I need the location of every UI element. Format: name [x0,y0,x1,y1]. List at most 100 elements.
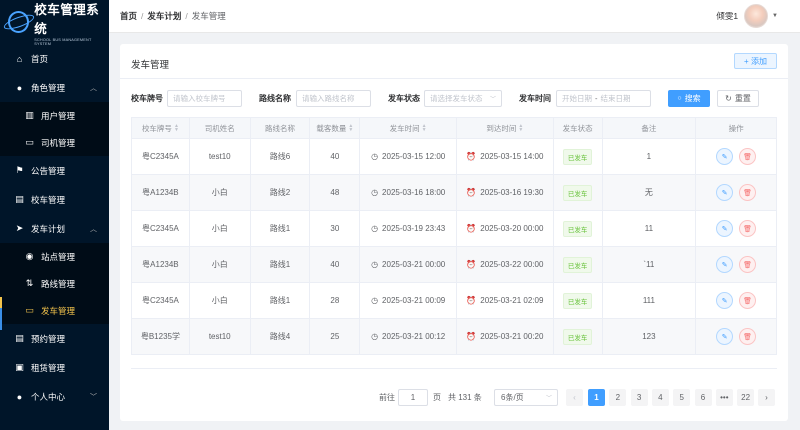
add-button[interactable]: + 添加 [734,53,777,69]
bus-icon: ▭ [25,305,34,315]
departure-table: 校车牌号 ▲ ▼ 司机姓名 路线名称 载客数量 ▲ ▼ 发车时间 ▲ ▼ 到达时间 ▲ ▼ 发车… [131,117,777,355]
page-button[interactable]: 3 [630,389,648,406]
status-label: 发车状态 [388,94,420,103]
page-button[interactable]: 2 [609,389,627,406]
clock-icon: ◷ [371,224,379,233]
edit-button[interactable]: ✎ [716,328,734,345]
delete-button[interactable]: 🗑 [739,184,757,201]
route-input[interactable]: 请输入路线名称 [296,90,371,107]
window-edge-accent [0,308,2,330]
sidebar-item-home[interactable]: ⌂ 首页 [0,44,109,73]
sidebar-item-profile[interactable]: ● 个人中心 ﹀ [0,382,109,411]
table-row: 粤A1234B 小白 路线1 40 ◷ 2025-03-21 00:00 ⏰ 2025-03-… [132,247,776,283]
cell-status: 已发车 [554,247,603,282]
clock-icon: ◷ [371,296,379,305]
status-badge: 已发车 [562,220,593,237]
edit-icon: ✎ [721,333,728,341]
cell-depart: ◷ 2025-03-21 00:00 [360,247,457,282]
cell-plate: 粤C2345A [132,139,190,174]
top-header: 首页 / 发车计划 / 发车管理 倾雯1 ▼ [109,0,800,33]
edit-button[interactable]: ✎ [716,292,734,309]
sidebar-item-stations[interactable]: ◉ 站点管理 [0,243,109,270]
app-title: 校车管理系统 [34,2,100,36]
table-row: 粤B1235学 test10 路线4 25 ◷ 2025-03-21 00:12 ⏰ 2025… [132,319,776,355]
breadcrumb-plans[interactable]: 发车计划 [147,11,181,21]
delete-button[interactable]: 🗑 [739,328,757,345]
search-button[interactable]: ○ 搜索 [668,90,710,107]
sidebar-item-drivers[interactable]: ▭ 司机管理 [0,129,109,156]
folder-icon: ▭ [25,137,34,147]
edit-button[interactable]: ✎ [716,256,734,273]
sidebar-item-role[interactable]: ● 角色管理 ︿ [0,73,109,102]
edit-button[interactable]: ✎ [716,148,734,165]
status-badge: 已发车 [562,184,593,201]
breadcrumb-home[interactable]: 首页 [120,11,137,21]
cell-route: 路线6 [251,139,311,174]
goto-page-input[interactable]: 1 [398,389,428,406]
delete-button[interactable]: 🗑 [739,256,757,273]
edit-icon: ✎ [721,189,728,197]
reset-button[interactable]: ↻ 重置 [717,90,759,107]
col-note: 备注 [603,118,697,138]
sidebar-item-rentals[interactable]: ▣ 租赁管理 [0,353,109,382]
filter-bar: 校车牌号 请输入校车牌号 路线名称 请输入路线名称 发车状态 请选择发车状态 ﹀… [131,90,781,108]
cell-note: 无 [603,175,697,210]
sort-icon[interactable]: ▲ ▼ [422,124,427,133]
home-icon: ⌂ [16,53,23,64]
table-row: 粤C2345A 小白 路线1 28 ◷ 2025-03-21 00:09 ⏰ 2025-03-… [132,283,776,319]
end-date-placeholder: 结束日期 [600,94,631,103]
page-size-select[interactable]: 6条/页 ﹀ [494,389,558,406]
sidebar-item-buses[interactable]: ▤ 校车管理 [0,185,109,214]
more-pages-button[interactable]: ••• [715,389,733,406]
page-button[interactable]: 22 [737,389,755,406]
cell-status: 已发车 [554,175,603,210]
delete-button[interactable]: 🗑 [739,148,757,165]
sidebar-item-plans[interactable]: ➤ 发车计划 ︿ [0,214,109,243]
prev-page-button[interactable]: ‹ [566,389,583,406]
user-menu[interactable]: 倾雯1 ▼ [716,4,778,28]
col-depart[interactable]: 发车时间 ▲ ▼ [360,118,457,138]
cell-route: 路线1 [251,211,311,246]
date-range-picker[interactable]: 开始日期 - 结束日期 [556,90,651,107]
next-page-button[interactable]: › [758,389,775,406]
avatar[interactable] [744,4,769,28]
search-icon: ○ [677,95,682,102]
sort-icon[interactable]: ▲ ▼ [174,124,179,133]
page-button[interactable]: 5 [673,389,691,406]
flag-icon: ⚑ [15,165,24,175]
plate-input[interactable]: 请输入校车牌号 [167,90,242,107]
sidebar-item-routes[interactable]: ⇅ 路线管理 [0,270,109,297]
col-plate[interactable]: 校车牌号 ▲ ▼ [132,118,190,138]
breadcrumb: 首页 / 发车计划 / 发车管理 [120,11,226,21]
col-route: 路线名称 [251,118,311,138]
user-icon: ● [16,82,23,93]
id-card-icon: ▥ [25,110,34,120]
edit-button[interactable]: ✎ [716,220,734,237]
col-status: 发车状态 [554,118,603,138]
sidebar-item-users[interactable]: ▥ 用户管理 [0,102,109,129]
delete-button[interactable]: 🗑 [739,220,757,237]
cell-arrive: ⏰ 2025-03-21 02:09 [457,283,554,318]
page-button[interactable]: 1 [588,389,605,406]
page-button[interactable]: 6 [694,389,712,406]
col-arrive[interactable]: 到达时间 ▲ ▼ [457,118,554,138]
cell-driver: test10 [190,139,251,174]
col-passengers[interactable]: 载客数量 ▲ ▼ [310,118,361,138]
status-select[interactable]: 请选择发车状态 ﹀ [424,90,502,107]
sort-icon[interactable]: ▲ ▼ [518,124,523,133]
wallet-icon: ▣ [15,362,24,372]
cell-plate: 粤B1235学 [132,319,190,354]
sidebar-item-notices[interactable]: ⚑ 公告管理 [0,156,109,185]
chevron-up-icon: ︿ [90,225,97,233]
sort-icon[interactable]: ▲ ▼ [348,124,353,133]
cell-passengers: 25 [310,319,361,354]
cell-driver: 小白 [190,211,251,246]
alarm-clock-icon: ⏰ [466,188,477,197]
delete-button[interactable]: 🗑 [739,292,757,309]
sidebar-item-departures[interactable]: ▭ 发车管理 [0,297,109,324]
edit-button[interactable]: ✎ [716,184,734,201]
cell-actions: ✎ 🗑 [696,319,776,354]
page-button[interactable]: 4 [651,389,669,406]
col-actions: 操作 [728,123,744,133]
sidebar-item-bookings[interactable]: ▤ 预约管理 [0,324,109,353]
